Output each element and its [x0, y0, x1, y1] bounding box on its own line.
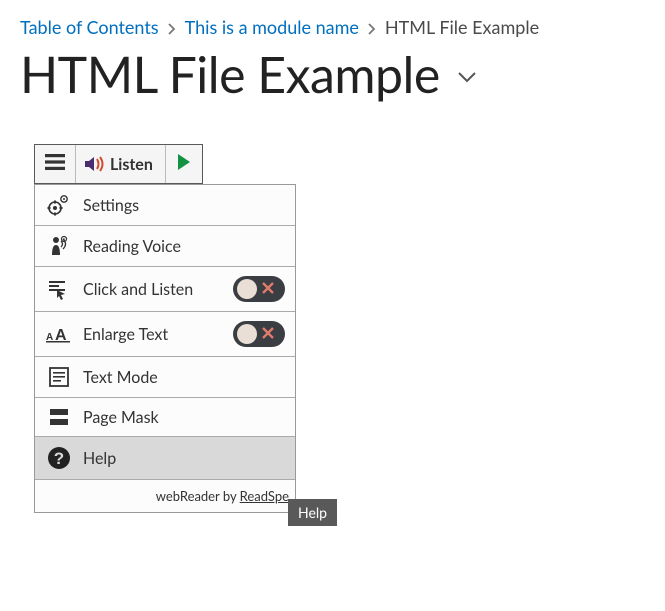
- breadcrumb-current: HTML File Example: [385, 16, 539, 38]
- listen-button[interactable]: Listen: [76, 145, 166, 183]
- svg-text:?: ?: [54, 449, 64, 468]
- click-listen-icon: [45, 278, 73, 300]
- play-button[interactable]: [166, 145, 202, 183]
- click-listen-toggle[interactable]: [233, 276, 285, 302]
- speaker-icon: [84, 154, 106, 174]
- page-mask-icon: [45, 407, 73, 427]
- reader-footer: webReader by ReadSpe: [35, 479, 295, 512]
- menu-label: Reading Voice: [83, 237, 181, 256]
- menu-item-page-mask[interactable]: Page Mask: [35, 397, 295, 436]
- help-tooltip: Help: [288, 499, 337, 526]
- breadcrumb-toc-link[interactable]: Table of Contents: [20, 16, 159, 38]
- menu-label: Enlarge Text: [83, 325, 223, 344]
- menu-label: Help: [83, 449, 116, 468]
- menu-item-text-mode[interactable]: Text Mode: [35, 356, 295, 397]
- gear-icon: [45, 194, 73, 216]
- footer-prefix: webReader by: [156, 488, 240, 504]
- page-title: HTML File Example: [20, 44, 440, 104]
- text-mode-icon: [45, 366, 73, 388]
- menu-label: Page Mask: [83, 408, 159, 427]
- reader-toolbar: Listen: [34, 144, 203, 184]
- x-icon: [261, 325, 275, 344]
- enlarge-text-icon: A A: [45, 324, 73, 344]
- voice-icon: [45, 235, 73, 257]
- readspeaker-widget: Listen: [34, 144, 645, 513]
- footer-brand-link[interactable]: ReadSpe: [240, 488, 289, 504]
- menu-item-reading-voice[interactable]: Reading Voice: [35, 225, 295, 266]
- help-icon: ?: [45, 446, 73, 470]
- chevron-right-icon: [167, 17, 177, 39]
- enlarge-text-toggle[interactable]: [233, 321, 285, 347]
- menu-item-click-listen[interactable]: Click and Listen: [35, 266, 295, 311]
- menu-item-settings[interactable]: Settings: [35, 184, 295, 225]
- play-icon: [176, 153, 192, 175]
- menu-label: Text Mode: [83, 368, 158, 387]
- hamburger-icon: [45, 154, 65, 174]
- x-icon: [261, 280, 275, 299]
- chevron-right-icon: [367, 17, 377, 39]
- menu-item-help[interactable]: ? Help: [35, 436, 295, 479]
- reader-dropdown-menu: Settings Reading Voice: [34, 184, 296, 513]
- menu-item-enlarge-text[interactable]: A A Enlarge Text: [35, 311, 295, 356]
- menu-toggle-button[interactable]: [35, 145, 76, 183]
- breadcrumb: Table of Contents This is a module name …: [20, 16, 645, 38]
- listen-label: Listen: [110, 155, 153, 174]
- breadcrumb-module-link[interactable]: This is a module name: [185, 16, 359, 38]
- menu-label: Settings: [83, 196, 139, 215]
- menu-label: Click and Listen: [83, 280, 223, 299]
- chevron-down-icon[interactable]: [456, 69, 478, 88]
